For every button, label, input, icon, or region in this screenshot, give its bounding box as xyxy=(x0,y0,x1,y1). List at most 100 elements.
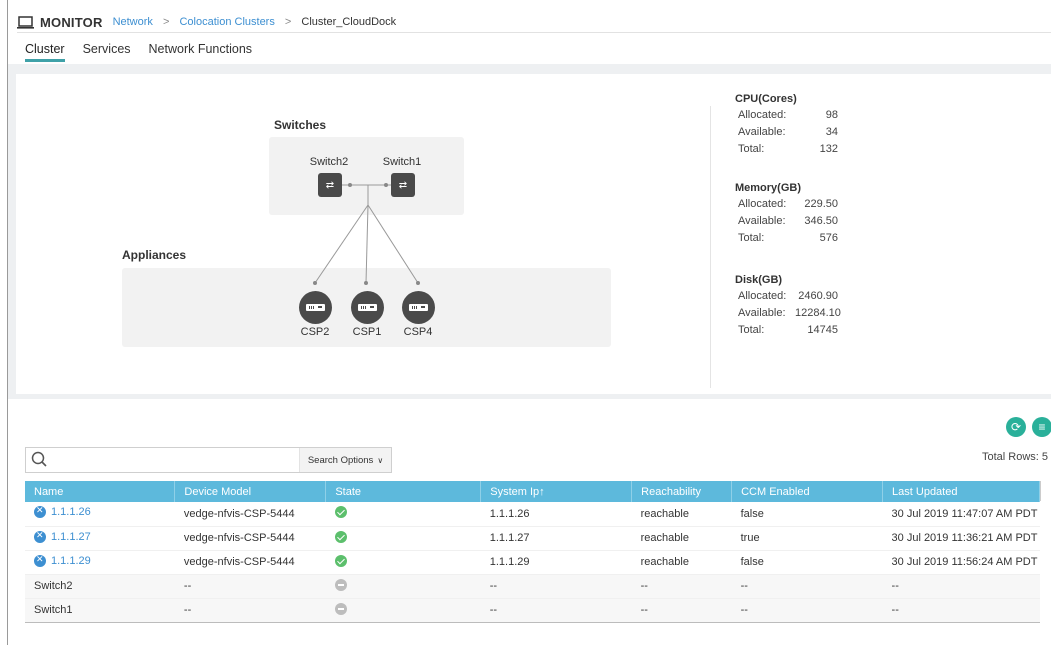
table-row[interactable]: Switch2 -- -- -- -- -- xyxy=(25,574,1040,599)
chevron-down-icon: ∨ xyxy=(377,455,384,465)
system-ip: 1.1.1.27 xyxy=(480,526,632,551)
cpu-available-value: 34 xyxy=(825,125,838,138)
state-cell xyxy=(325,502,481,527)
column-header-name[interactable]: Name xyxy=(25,481,176,502)
state-cell xyxy=(325,526,481,551)
reachability: -- xyxy=(631,574,732,599)
cpu-available-label: Available: xyxy=(738,125,786,138)
system-ip: -- xyxy=(480,574,632,599)
menu-button[interactable]: ≡ xyxy=(1032,417,1051,437)
last-updated: 30 Jul 2019 11:56:24 AM PDT xyxy=(882,550,1040,575)
table-row[interactable]: 1.1.1.27 vedge-nfvis-CSP-5444 1.1.1.27 r… xyxy=(25,526,1040,551)
memory-title: Memory(GB) xyxy=(735,182,802,194)
state-cell xyxy=(325,550,481,575)
memory-total-label: Total: xyxy=(738,231,765,244)
column-header-last-updated[interactable]: Last Updated xyxy=(882,481,1040,502)
column-header-ccm-enabled[interactable]: CCM Enabled xyxy=(731,481,884,502)
device-link[interactable]: 1.1.1.27 xyxy=(34,530,91,543)
switch2-label: Switch2 xyxy=(309,156,349,168)
memory-available-label: Available: xyxy=(738,214,786,227)
cpu-title: CPU(Cores) xyxy=(735,93,797,105)
table-scroll-edge xyxy=(1040,481,1041,501)
device-name: 1.1.1.27 xyxy=(51,530,91,543)
cpu-total-value: 132 xyxy=(819,142,838,155)
disk-available-label: Available: xyxy=(738,306,786,319)
memory-summary: Memory(GB) Allocated: 229.50 Available: 34… xyxy=(735,182,838,246)
system-ip: 1.1.1.26 xyxy=(480,502,632,527)
csp2-label: CSP2 xyxy=(300,326,330,338)
csp1-icon[interactable] xyxy=(351,291,384,324)
csp4-icon[interactable] xyxy=(402,291,435,324)
disk-total-label: Total: xyxy=(738,323,765,336)
disk-allocated-label: Allocated: xyxy=(738,289,787,302)
menu-icon: ≡ xyxy=(1038,420,1046,434)
ccm-enabled: true xyxy=(731,526,883,551)
refresh-icon: ⟳ xyxy=(1010,420,1022,434)
device-name: Switch2 xyxy=(25,574,175,599)
last-updated: 30 Jul 2019 11:36:21 AM PDT xyxy=(882,526,1040,551)
device-icon xyxy=(34,530,46,543)
device-link[interactable]: 1.1.1.26 xyxy=(34,505,91,519)
device-model: vedge-nfvis-CSP-5444 xyxy=(174,502,326,527)
device-icon xyxy=(34,554,46,567)
column-header-state[interactable]: State xyxy=(325,481,482,502)
state-cell xyxy=(325,598,481,623)
device-model: -- xyxy=(174,598,326,623)
check-circle-icon xyxy=(334,554,347,567)
reachability: reachable xyxy=(631,526,732,551)
memory-total-value: 576 xyxy=(819,231,838,244)
column-header-system-ip[interactable]: System Ip↑ xyxy=(480,481,633,502)
search-options-dropdown[interactable]: Search Options ∨ xyxy=(299,448,391,472)
table-row[interactable]: Switch1 -- -- -- -- -- xyxy=(25,598,1040,623)
system-ip: -- xyxy=(480,598,632,623)
column-header-reachability[interactable]: Reachability xyxy=(631,481,733,502)
memory-available-value: 346.50 xyxy=(804,214,838,227)
table-row[interactable]: 1.1.1.29 vedge-nfvis-CSP-5444 1.1.1.29 r… xyxy=(25,550,1040,575)
ccm-enabled: false xyxy=(731,502,883,527)
search-options-label: Search Options xyxy=(307,454,374,466)
search-bar: Search Options ∨ xyxy=(25,447,392,473)
column-header-device-model[interactable]: Device Model xyxy=(174,481,327,502)
reachability: reachable xyxy=(631,502,732,527)
search-icon xyxy=(26,448,56,472)
minus-circle-icon xyxy=(334,578,347,591)
refresh-button[interactable]: ⟳ xyxy=(1006,417,1026,437)
ccm-enabled: -- xyxy=(731,574,883,599)
table-header-row: Name Device Model State System Ip↑ Reach… xyxy=(25,481,1040,502)
device-name: 1.1.1.29 xyxy=(51,554,91,567)
switch1-icon[interactable]: ⇄ xyxy=(391,173,415,197)
check-circle-icon xyxy=(334,506,347,519)
cpu-allocated-value: 98 xyxy=(825,108,838,121)
device-model: vedge-nfvis-CSP-5444 xyxy=(174,526,326,551)
csp4-label: CSP4 xyxy=(403,326,433,338)
ccm-enabled: -- xyxy=(731,598,883,623)
search-input[interactable] xyxy=(56,449,299,471)
disk-summary: Disk(GB) Allocated: 2460.90 Available: 122… xyxy=(735,274,841,338)
csp2-icon[interactable] xyxy=(299,291,332,324)
device-name: 1.1.1.26 xyxy=(51,506,91,519)
state-cell xyxy=(325,574,481,599)
disk-allocated-value: 2460.90 xyxy=(798,289,838,302)
cpu-summary: CPU(Cores) Allocated: 98 Available: 34 Tot… xyxy=(735,93,838,157)
device-link[interactable]: 1.1.1.29 xyxy=(34,554,91,567)
last-updated: -- xyxy=(882,574,1040,599)
memory-allocated-label: Allocated: xyxy=(738,197,787,210)
device-icon xyxy=(34,505,46,519)
cpu-total-label: Total: xyxy=(738,142,765,155)
memory-allocated-value: 229.50 xyxy=(804,197,838,210)
disk-total-value: 14745 xyxy=(807,323,838,336)
device-model: -- xyxy=(174,574,326,599)
switch1-label: Switch1 xyxy=(382,156,422,168)
reachability: -- xyxy=(631,598,732,623)
disk-title: Disk(GB) xyxy=(735,274,783,286)
minus-circle-icon xyxy=(334,602,347,615)
disk-available-value: 12284.10 xyxy=(795,306,841,319)
device-table: Name Device Model State System Ip↑ Reach… xyxy=(25,481,1040,623)
device-model: vedge-nfvis-CSP-5444 xyxy=(174,550,326,575)
last-updated: 30 Jul 2019 11:47:07 AM PDT xyxy=(882,502,1040,527)
last-updated: -- xyxy=(882,598,1040,623)
table-row[interactable]: 1.1.1.26 vedge-nfvis-CSP-5444 1.1.1.26 r… xyxy=(25,502,1040,527)
total-rows: Total Rows: 5 xyxy=(981,451,1048,463)
switch2-icon[interactable]: ⇄ xyxy=(318,173,342,197)
system-ip: 1.1.1.29 xyxy=(480,550,632,575)
